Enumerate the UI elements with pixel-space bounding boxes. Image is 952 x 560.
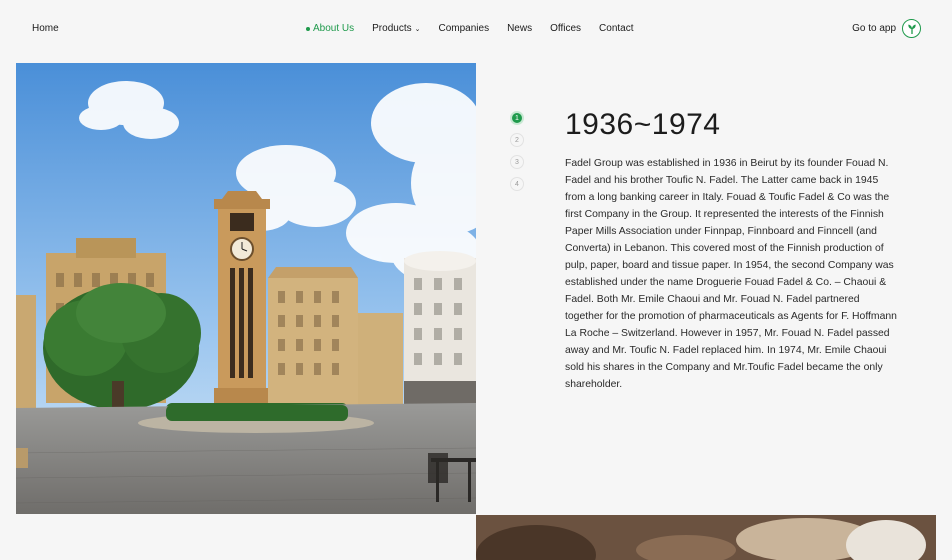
nav-about-us-label: About Us — [313, 23, 355, 34]
chevron-down-icon: ⌄ — [414, 25, 421, 33]
secondary-photo — [476, 515, 936, 560]
timeline-step-4[interactable]: 4 — [510, 177, 524, 191]
timeline-step-2[interactable]: 2 — [510, 133, 524, 147]
history-paragraph: Fadel Group was established in 1936 in B… — [565, 158, 897, 390]
go-to-app-button[interactable]: Go to app — [852, 19, 921, 38]
nav-contact-link[interactable]: Contact — [599, 23, 633, 34]
nav-products-label: Products — [372, 23, 412, 34]
nav-about-us-link[interactable]: About Us — [306, 23, 354, 34]
top-navigation: Home About Us Products ⌄ Companies News … — [0, 0, 952, 60]
nav-companies-link[interactable]: Companies — [438, 23, 489, 34]
leaf-logo-icon — [902, 19, 921, 38]
nav-home-link[interactable]: Home — [32, 23, 59, 34]
go-to-app-label: Go to app — [852, 23, 896, 34]
timeline-step-3[interactable]: 3 — [510, 155, 524, 169]
nav-news-link[interactable]: News — [507, 23, 532, 34]
nav-menu: About Us Products ⌄ Companies News Offic… — [306, 23, 634, 34]
timeline-step-1[interactable]: 1 — [510, 111, 524, 125]
timeline-stepper: 1 2 3 4 — [510, 111, 524, 191]
period-title: 1936~1974 — [565, 108, 721, 141]
clock-tower-photo — [16, 63, 476, 514]
nav-offices-link[interactable]: Offices — [550, 23, 581, 34]
nav-products-link[interactable]: Products ⌄ — [372, 23, 420, 34]
active-indicator-dot — [306, 26, 310, 31]
